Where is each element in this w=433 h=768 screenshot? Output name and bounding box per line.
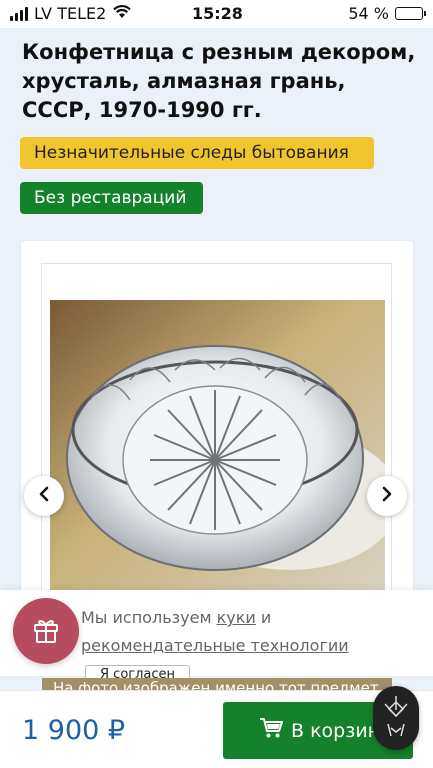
gift-icon: [30, 613, 62, 649]
wifi-icon: [112, 4, 132, 23]
cookie-text-start: Мы используем: [81, 608, 212, 627]
restoration-badge: Без реставраций: [20, 182, 203, 214]
gallery-prev-button[interactable]: [24, 476, 64, 516]
cookie-text-and: и: [260, 608, 272, 627]
status-bar: LV TELE2 15:28 54 %: [0, 0, 433, 28]
status-right: 54 %: [348, 4, 426, 23]
battery-icon: [395, 7, 426, 20]
product-photo[interactable]: [50, 300, 385, 600]
condition-badge: Незначительные следы бытования: [20, 137, 374, 169]
photo-frame: [41, 263, 392, 603]
gift-button[interactable]: [13, 598, 79, 664]
status-left: LV TELE2: [10, 4, 132, 23]
recommendations-link[interactable]: рекомендательные технологии: [81, 636, 349, 655]
chevron-right-icon: [380, 486, 394, 506]
cellular-signal-icon: [10, 6, 28, 21]
cart-icon: [259, 717, 283, 744]
cookie-text: Мы используем куки и рекомендательные те…: [81, 604, 421, 688]
product-title: Конфетница с резным декором, хрусталь, а…: [22, 40, 416, 122]
status-time: 15:28: [192, 4, 243, 23]
photo-card: [21, 241, 413, 603]
battery-percent: 54 %: [348, 4, 389, 23]
carrier-name: LV TELE2: [34, 4, 107, 23]
brand-logo-button[interactable]: [373, 686, 419, 750]
price: 1 900 ₽: [22, 715, 126, 746]
cookies-link[interactable]: куки: [217, 608, 256, 627]
brand-logo-icon: [381, 694, 411, 742]
gallery-next-button[interactable]: [367, 476, 407, 516]
chevron-left-icon: [37, 486, 51, 506]
